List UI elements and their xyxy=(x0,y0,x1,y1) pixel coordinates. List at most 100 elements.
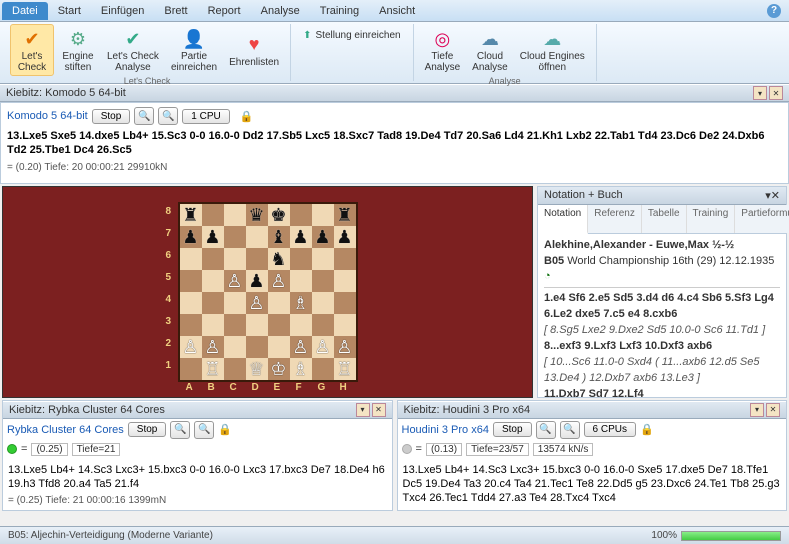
square[interactable]: ♟ xyxy=(312,226,334,248)
menu-tab-ansicht[interactable]: Ansicht xyxy=(369,2,425,20)
square[interactable]: ♜ xyxy=(334,204,356,226)
square[interactable] xyxy=(290,270,312,292)
square[interactable]: ♟ xyxy=(334,226,356,248)
square[interactable]: ♞ xyxy=(268,248,290,270)
sub-engine-name[interactable]: Rybka Cluster 64 Cores xyxy=(7,424,124,436)
square[interactable]: ♗ xyxy=(290,358,312,380)
menu-tab-brett[interactable]: Brett xyxy=(154,2,197,20)
square[interactable] xyxy=(224,226,246,248)
square[interactable] xyxy=(180,270,202,292)
ribbon-btn-partie-einreichen[interactable]: 👤Partieeinreichen xyxy=(166,24,222,76)
ribbon-btn-cloud-engines-ffnen[interactable]: ☁Cloud Enginesöffnen xyxy=(515,24,590,76)
notation-line[interactable]: [ 10...Sc6 11.0-0 Sxd4 ( 11...axb6 12.d5… xyxy=(544,355,780,387)
notation-line[interactable]: 8...exf3 9.Lxf3 Lxf3 10.Dxf3 axb6 xyxy=(544,339,780,355)
square[interactable] xyxy=(246,314,268,336)
square[interactable] xyxy=(312,292,334,314)
notation-body[interactable]: Alekhine,Alexander - Euwe,Max ½-½B05 Wor… xyxy=(538,234,786,397)
zoom-in-icon[interactable]: 🔍 xyxy=(536,421,556,439)
ribbon-btn-cloud-analyse[interactable]: ☁CloudAnalyse xyxy=(467,24,513,76)
square[interactable] xyxy=(246,336,268,358)
submit-position-button[interactable]: ⬆Stellung einreichen xyxy=(297,28,406,43)
sub-stop-button[interactable]: Stop xyxy=(128,422,167,437)
ribbon-btn-engine-stiften[interactable]: ⚙Enginestiften xyxy=(56,24,100,76)
square[interactable]: ♙ xyxy=(180,336,202,358)
zoom-in-icon[interactable]: 🔍 xyxy=(170,421,190,439)
cpu-button[interactable]: 1 CPU xyxy=(182,109,229,124)
square[interactable] xyxy=(180,314,202,336)
square[interactable]: ♔ xyxy=(268,358,290,380)
dropdown-icon[interactable]: ▾ xyxy=(753,86,767,100)
square[interactable]: ♛ xyxy=(246,204,268,226)
square[interactable]: ♗ xyxy=(290,292,312,314)
square[interactable] xyxy=(334,292,356,314)
notation-close-icon[interactable]: ✕ xyxy=(771,189,780,202)
square[interactable]: ♙ xyxy=(246,292,268,314)
square[interactable] xyxy=(290,314,312,336)
square[interactable]: ♟ xyxy=(290,226,312,248)
square[interactable] xyxy=(334,270,356,292)
ribbon-btn-let-s-check-analyse[interactable]: ✔Let's CheckAnalyse xyxy=(102,24,164,76)
square[interactable]: ♝ xyxy=(268,226,290,248)
notation-tab-referenz[interactable]: Referenz xyxy=(588,205,642,233)
square[interactable] xyxy=(290,204,312,226)
square[interactable] xyxy=(202,204,224,226)
square[interactable]: ♕ xyxy=(246,358,268,380)
square[interactable]: ♟ xyxy=(246,270,268,292)
square[interactable] xyxy=(202,314,224,336)
square[interactable] xyxy=(334,314,356,336)
square[interactable]: ♙ xyxy=(268,270,290,292)
square[interactable] xyxy=(224,292,246,314)
square[interactable] xyxy=(268,292,290,314)
sub-stop-button[interactable]: Stop xyxy=(493,422,532,437)
square[interactable] xyxy=(312,270,334,292)
square[interactable]: ♙ xyxy=(224,270,246,292)
close-icon[interactable]: ✕ xyxy=(372,403,386,417)
menu-tab-start[interactable]: Start xyxy=(48,2,91,20)
square[interactable] xyxy=(312,314,334,336)
square[interactable] xyxy=(268,314,290,336)
square[interactable] xyxy=(202,248,224,270)
square[interactable] xyxy=(312,204,334,226)
chessboard[interactable]: ♜♛♚♜♟♟♝♟♟♟♞♙♟♙♙♗♙♙♙♙♙♖♕♔♗♖ xyxy=(178,202,358,382)
engine-name[interactable]: Komodo 5 64-bit xyxy=(7,110,88,122)
menu-tab-datei[interactable]: Datei xyxy=(2,2,48,20)
square[interactable] xyxy=(202,270,224,292)
stop-button[interactable]: Stop xyxy=(92,109,131,124)
close-icon[interactable]: ✕ xyxy=(766,403,780,417)
square[interactable]: ♚ xyxy=(268,204,290,226)
lock-icon[interactable]: 🔒 xyxy=(218,423,232,436)
zoom-out-icon[interactable]: 🔍 xyxy=(560,421,580,439)
notation-line[interactable]: 1.e4 Sf6 2.e5 Sd5 3.d4 d6 4.c4 Sb6 5.Sf3… xyxy=(544,291,780,323)
sub-engine-name[interactable]: Houdini 3 Pro x64 xyxy=(402,424,489,436)
zoom-in-icon[interactable]: 🔍 xyxy=(134,107,154,125)
menu-tab-einfuegen[interactable]: Einfügen xyxy=(91,2,154,20)
notation-tab-tabelle[interactable]: Tabelle xyxy=(642,205,687,233)
notation-line[interactable]: 11.Dxb7 Sd7 12.Lf4 xyxy=(544,387,780,397)
square[interactable]: ♙ xyxy=(334,336,356,358)
square[interactable]: ♟ xyxy=(180,226,202,248)
close-icon[interactable]: ✕ xyxy=(769,86,783,100)
lock-icon[interactable]: 🔒 xyxy=(240,110,254,123)
menu-tab-analyse[interactable]: Analyse xyxy=(251,2,310,20)
notation-tab-partieformul[interactable]: Partieformul xyxy=(735,205,789,233)
square[interactable] xyxy=(224,204,246,226)
lock-icon[interactable]: 🔒 xyxy=(640,423,654,436)
square[interactable]: ♙ xyxy=(312,336,334,358)
square[interactable] xyxy=(246,226,268,248)
square[interactable]: ♖ xyxy=(202,358,224,380)
square[interactable] xyxy=(268,336,290,358)
notation-line[interactable]: [ 8.Sg5 Lxe2 9.Dxe2 Sd5 10.0-0 Sc6 11.Td… xyxy=(544,323,780,339)
square[interactable] xyxy=(334,248,356,270)
square[interactable]: ♟ xyxy=(202,226,224,248)
square[interactable] xyxy=(202,292,224,314)
square[interactable] xyxy=(224,336,246,358)
square[interactable] xyxy=(224,358,246,380)
menu-tab-training[interactable]: Training xyxy=(310,2,369,20)
square[interactable] xyxy=(180,248,202,270)
ribbon-btn-let-s-check[interactable]: ✔Let'sCheck xyxy=(10,24,54,76)
ribbon-btn-tiefe-analyse[interactable]: ◎TiefeAnalyse xyxy=(420,24,466,76)
square[interactable]: ♖ xyxy=(334,358,356,380)
cpu-button[interactable]: 6 CPUs xyxy=(584,422,636,437)
zoom-out-icon[interactable]: 🔍 xyxy=(158,107,178,125)
square[interactable] xyxy=(180,358,202,380)
